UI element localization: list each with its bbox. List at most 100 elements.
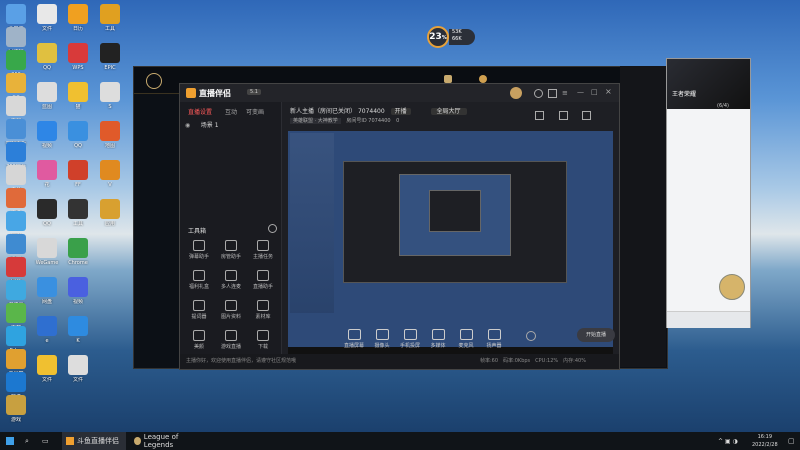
control-label: 麦克风 (458, 343, 474, 349)
share-icon[interactable] (558, 111, 568, 120)
app-icon (6, 50, 26, 70)
settings-icon[interactable] (534, 89, 543, 98)
desktop-icon[interactable]: Chrome (58, 238, 98, 266)
taskbar-app-stream[interactable]: 斗鱼直播伴侣 (62, 432, 126, 450)
upload-speed: 53K (452, 29, 462, 35)
app-icon (6, 96, 26, 116)
desktop-icon[interactable]: S (90, 82, 130, 110)
source-control[interactable]: 扬声器 (480, 329, 508, 349)
category-button[interactable]: 全局大厅 (430, 108, 467, 115)
source-control[interactable]: 摄像头 (368, 329, 396, 349)
toolbox-item[interactable]: 直播助手 (249, 270, 277, 290)
toolbox-item[interactable]: 美颜 (185, 330, 213, 350)
app-icon (68, 160, 88, 180)
clock[interactable]: 16:19 2022/2/28 (752, 433, 778, 449)
toolbox-item[interactable]: 多人连麦 (217, 270, 245, 290)
stats-readout: 帧率:60 码率:0Kbps CPU:12% 内存:40% (480, 354, 591, 369)
maximize-icon[interactable]: □ (591, 88, 598, 96)
desktop-icon-label: 文件 (72, 377, 83, 383)
toolbox-item[interactable]: 提词器 (185, 300, 213, 320)
tray-icons[interactable]: ^ ▣ ◑ (718, 432, 738, 450)
scene-name: 场景 1 (200, 122, 219, 129)
scene-row[interactable]: ◉ 场景 1 (185, 120, 275, 130)
chat-window[interactable]: 王者荣耀 (6/4) (666, 58, 751, 328)
status-button[interactable]: 开播 (390, 108, 411, 115)
toolbox-item[interactable]: 主播任务 (249, 240, 277, 260)
desktop-icon[interactable]: EPIC (90, 43, 130, 71)
close-icon[interactable]: × (605, 87, 612, 96)
start-live-label: 开始直播 (585, 332, 606, 338)
source-control[interactable]: 多媒体 (424, 329, 452, 349)
app-icon (100, 82, 120, 102)
chat-banner-image (667, 59, 750, 109)
tool-icon (225, 330, 237, 341)
tool-label: 下载 (257, 344, 268, 350)
app-icon (6, 280, 26, 300)
tool-icon (257, 300, 269, 311)
task-view-icon[interactable]: ▭ (42, 432, 49, 450)
app-icon (37, 199, 57, 219)
toolbox-settings-icon[interactable] (268, 224, 277, 233)
desktop-icon[interactable]: 地图 (90, 121, 130, 149)
stream-preview[interactable] (288, 131, 613, 357)
chat-count: (6/4) (717, 103, 729, 109)
app-icon (6, 395, 26, 415)
visibility-icon[interactable]: ◉ (185, 122, 190, 129)
desktop-icon[interactable]: 文件 (58, 355, 98, 383)
app-icon (6, 303, 26, 323)
app-icon (100, 160, 120, 180)
toolbox-item[interactable]: 弹幕助手 (185, 240, 213, 260)
live-settings-icon[interactable] (526, 331, 536, 341)
game-tag[interactable]: 英雄联盟 · 大神教学 (290, 118, 341, 124)
desktop-icon-label: 游戏 (10, 417, 21, 423)
status-bar: 主播你好，欢迎使用直播伴侣，请遵守社区规范哦 帧率:60 码率:0Kbps CPU:… (180, 354, 619, 369)
gift-icon[interactable] (535, 111, 544, 120)
toolbox-item[interactable]: 素材库 (249, 300, 277, 320)
performance-widget[interactable]: 23% 53K 66K (427, 26, 477, 48)
tool-label: 主播任务 (252, 254, 273, 260)
start-live-button[interactable]: 开始直播 (577, 328, 615, 342)
tab-canvas[interactable]: 可变画 (246, 107, 264, 116)
stream-app-icon (66, 437, 74, 445)
chat-avatar[interactable] (719, 274, 745, 300)
notification-icon[interactable]: ▢ (788, 432, 795, 450)
desktop-icon[interactable]: V (90, 160, 130, 188)
source-control[interactable]: 麦克风 (452, 329, 480, 349)
desktop-icon[interactable]: 视频 (58, 277, 98, 305)
source-control[interactable]: 手机投屏 (396, 329, 424, 349)
toolbox-item[interactable]: 游戏直播 (217, 330, 245, 350)
tool-icon (193, 270, 205, 281)
stat-item: 帧率:60 (480, 358, 499, 364)
chat-header: 王者荣耀 (6/4) (667, 59, 750, 109)
skin-icon[interactable] (548, 89, 557, 98)
source-control[interactable]: 直播屏幕 (340, 329, 368, 349)
data-icon[interactable] (582, 111, 592, 120)
avatar[interactable] (510, 87, 522, 99)
time: 16:19 (757, 434, 773, 440)
toolbox-item[interactable]: 房管助手 (217, 240, 245, 260)
chat-input-bar[interactable] (667, 311, 750, 328)
toolbox-item[interactable]: 福利礼盒 (185, 270, 213, 290)
start-button[interactable] (6, 432, 18, 450)
menu-icon[interactable]: ≡ (562, 89, 568, 97)
toolbox-item[interactable]: 图片资料 (217, 300, 245, 320)
desktop-icon[interactable]: 应用 (90, 199, 130, 227)
control-label: 扬声器 (486, 343, 502, 349)
tab-interaction[interactable]: 互动 (225, 107, 237, 116)
toolbox-item[interactable]: 下载 (249, 330, 277, 350)
app-icon (68, 43, 88, 63)
desktop-icon[interactable]: 工具 (90, 4, 130, 32)
taskbar-app-lol[interactable]: League of Legends (130, 432, 200, 450)
desktop-icon[interactable]: 游戏 (0, 395, 36, 423)
app-icon (37, 43, 57, 63)
tool-label: 美颜 (193, 344, 204, 350)
tab-live-settings[interactable]: 直播设置 (188, 107, 212, 116)
app-icon (6, 326, 26, 346)
minimize-icon[interactable]: — (577, 88, 584, 96)
desktop-icon-label: K (76, 338, 80, 344)
preview-desktop-icons (290, 133, 334, 313)
desktop-icon-label: 视频 (72, 299, 83, 305)
search-icon[interactable]: ⌕ (25, 432, 29, 450)
desktop-icon[interactable]: K (58, 316, 98, 344)
streaming-app-window[interactable]: 直播伴侣 5.1 ≡ — □ × 直播设置 互动 可变画 ◉ 场景 1 工具箱 … (179, 83, 620, 370)
